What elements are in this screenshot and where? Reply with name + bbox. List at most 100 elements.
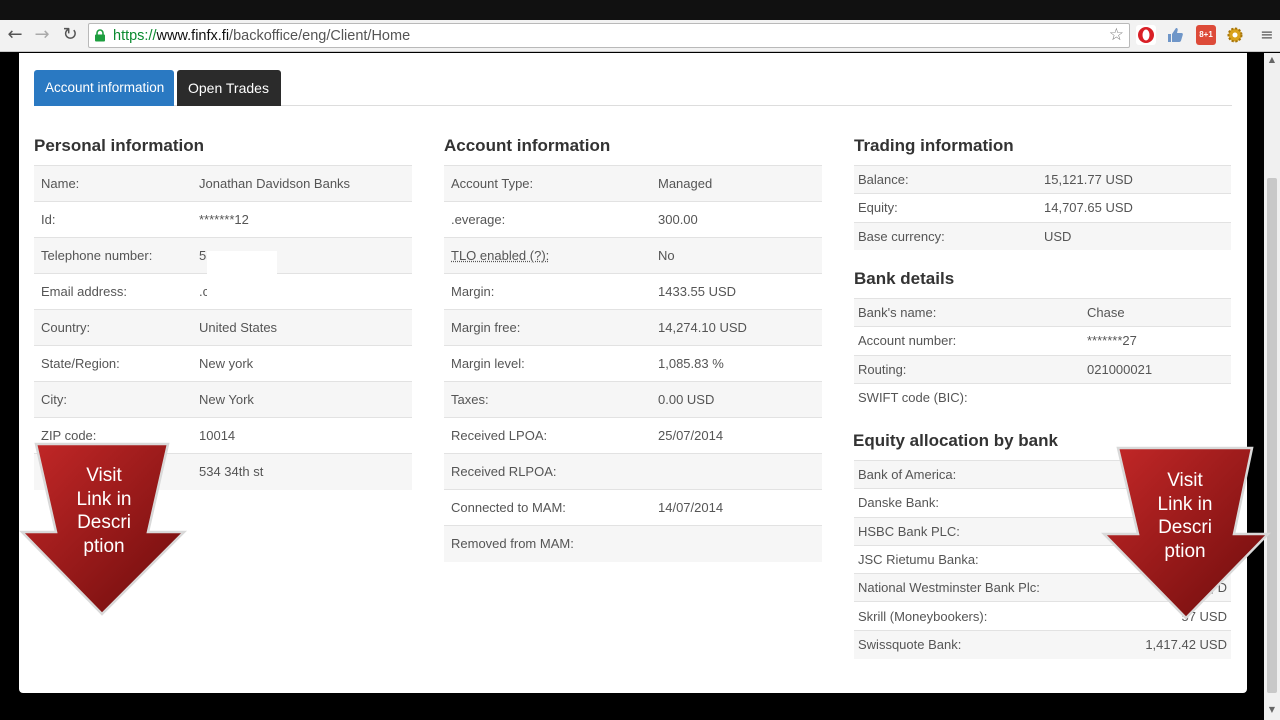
account-info-row: Taxes: 0.00 USD xyxy=(444,381,822,418)
row-value: 25/07/2014 xyxy=(651,417,822,454)
trading-info-row: Balance: 15,121.77 USD xyxy=(854,164,1231,194)
account-info-row: Account Type: Managed xyxy=(444,165,822,202)
bank-details-row: Account number: *******27 xyxy=(854,326,1231,356)
row-label: SWIFT code (BIC): xyxy=(854,382,1083,412)
trading-info-row: Base currency: USD xyxy=(854,221,1231,251)
tab-bar: Account information Open Trades xyxy=(34,70,1232,106)
row-label: Bank's name: xyxy=(854,297,1083,327)
row-value xyxy=(1083,382,1231,412)
page-viewport: Account information Open Trades Personal… xyxy=(0,53,1280,720)
bookmark-star-icon[interactable]: ☆ xyxy=(1109,25,1124,45)
redaction-box xyxy=(207,251,277,301)
scroll-down-icon[interactable]: ▼ xyxy=(1267,705,1277,715)
row-label: JSC Rietumu Banka: xyxy=(854,544,1054,574)
row-value xyxy=(651,525,822,562)
row-label: Equity: xyxy=(854,193,1040,223)
trading-info-row: Equity: 14,707.65 USD xyxy=(854,193,1231,223)
row-value: 300.00 xyxy=(651,201,822,238)
row-label: Swissquote Bank: xyxy=(854,629,1054,659)
row-label: Connected to MAM: xyxy=(444,489,651,526)
window-top-strip xyxy=(0,0,1280,20)
row-label: Base currency: xyxy=(854,221,1040,251)
row-label: Id: xyxy=(34,201,192,238)
row-value: USD xyxy=(1040,221,1231,251)
row-label: Country: xyxy=(34,309,192,346)
row-value: 0.00 USD xyxy=(651,381,822,418)
row-value: *******12 xyxy=(192,201,412,238)
opera-extension-icon[interactable] xyxy=(1136,25,1156,45)
row-value: New York xyxy=(192,381,412,418)
row-value: 1,417.42 USD xyxy=(1054,629,1231,659)
reload-icon[interactable]: ↻ xyxy=(59,24,81,46)
lock-icon xyxy=(95,29,105,42)
row-label: Balance: xyxy=(854,164,1040,194)
row-value: 15,121.77 USD xyxy=(1040,164,1231,194)
row-value: 534 34th st xyxy=(192,453,412,490)
row-label: Telephone number: xyxy=(34,237,192,274)
account-info-row: Margin free: 14,274.10 USD xyxy=(444,309,822,346)
row-label: National Westminster Bank Plc: xyxy=(854,573,1054,602)
row-label: HSBC Bank PLC: xyxy=(854,516,1054,546)
row-value: Managed xyxy=(651,165,822,202)
account-information-table: Account Type: Managed .everage: 300.00 TLO e… xyxy=(444,165,822,562)
account-information-title: Account information xyxy=(444,136,611,155)
google-plus-one-icon[interactable]: 8+1 xyxy=(1196,25,1216,45)
forward-arrow-icon[interactable]: → xyxy=(31,24,53,46)
row-label: Email address: xyxy=(34,273,192,310)
personal-info-row: City: New York xyxy=(34,381,412,418)
row-value: 1433.55 USD xyxy=(651,273,822,310)
account-info-row: Removed from MAM: xyxy=(444,525,822,562)
account-info-row: Margin: 1433.55 USD xyxy=(444,273,822,310)
trading-information-title: Trading information xyxy=(854,136,1014,155)
bank-details-row: Routing: 021000021 xyxy=(854,354,1231,384)
row-label: Margin free: xyxy=(444,309,651,346)
personal-info-row: State/Region: New york xyxy=(34,345,412,382)
row-label: State/Region: xyxy=(34,345,192,382)
bank-details-row: Bank's name: Chase xyxy=(854,297,1231,327)
url-text: https://www.finfx.fi/backoffice/eng/Clie… xyxy=(113,28,411,44)
row-value: New york xyxy=(192,345,412,382)
row-value xyxy=(651,453,822,490)
bank-details-row: SWIFT code (BIC): xyxy=(854,382,1231,412)
tab-account-information[interactable]: Account information xyxy=(34,70,174,106)
row-label: Skrill (Moneybookers): xyxy=(854,601,1054,631)
bank-details-title: Bank details xyxy=(854,269,955,288)
row-value: 14,274.10 USD xyxy=(651,309,822,346)
row-label: City: xyxy=(34,381,192,418)
tab-open-trades[interactable]: Open Trades xyxy=(177,70,281,106)
row-value: United States xyxy=(192,309,412,346)
row-value: 14,707.65 USD xyxy=(1040,193,1231,223)
row-value: 10014 xyxy=(192,417,412,454)
row-value: 1,085.83 % xyxy=(651,345,822,382)
row-value: *******27 xyxy=(1083,326,1231,356)
bank-details-table: Bank's name: Chase Account number: *******2… xyxy=(854,297,1231,412)
address-bar[interactable]: https://www.finfx.fi/backoffice/eng/Clie… xyxy=(88,23,1130,48)
left-arrow-text: Visit Link in Descri ption xyxy=(76,465,132,557)
row-label: Bank of America: xyxy=(854,459,1054,489)
equity-allocation-title: Equity allocation by bank xyxy=(853,431,1058,450)
account-info-row: Received LPOA: 25/07/2014 xyxy=(444,417,822,454)
content-panel: Account information Open Trades Personal… xyxy=(19,53,1247,693)
row-label: Received RLPOA: xyxy=(444,453,651,490)
row-label: Taxes: xyxy=(444,381,651,418)
row-value: Jonathan Davidson Banks xyxy=(192,165,412,202)
row-label: Received LPOA: xyxy=(444,417,651,454)
personal-info-row: Country: United States xyxy=(34,309,412,346)
settings-gear-icon[interactable] xyxy=(1225,25,1245,45)
row-label: Routing: xyxy=(854,354,1083,384)
account-info-row: Received RLPOA: xyxy=(444,453,822,490)
account-info-row: TLO enabled (?): No xyxy=(444,237,822,274)
row-label: Account Type: xyxy=(444,165,651,202)
back-arrow-icon[interactable]: ← xyxy=(4,24,26,46)
row-label: Removed from MAM: xyxy=(444,525,651,562)
personal-info-row: Id: *******12 xyxy=(34,201,412,238)
account-info-row: .everage: 300.00 xyxy=(444,201,822,238)
account-info-row: Connected to MAM: 14/07/2014 xyxy=(444,489,822,526)
row-label: TLO enabled (?): xyxy=(444,237,651,274)
scroll-up-icon[interactable]: ▲ xyxy=(1267,55,1277,65)
account-info-row: Margin level: 1,085.83 % xyxy=(444,345,822,382)
trading-information-table: Balance: 15,121.77 USD Equity: 14,707.65 US… xyxy=(854,164,1231,251)
row-value: 021000021 xyxy=(1083,354,1231,384)
menu-icon[interactable]: ≡ xyxy=(1256,24,1278,46)
thumbs-up-icon[interactable] xyxy=(1165,25,1185,45)
